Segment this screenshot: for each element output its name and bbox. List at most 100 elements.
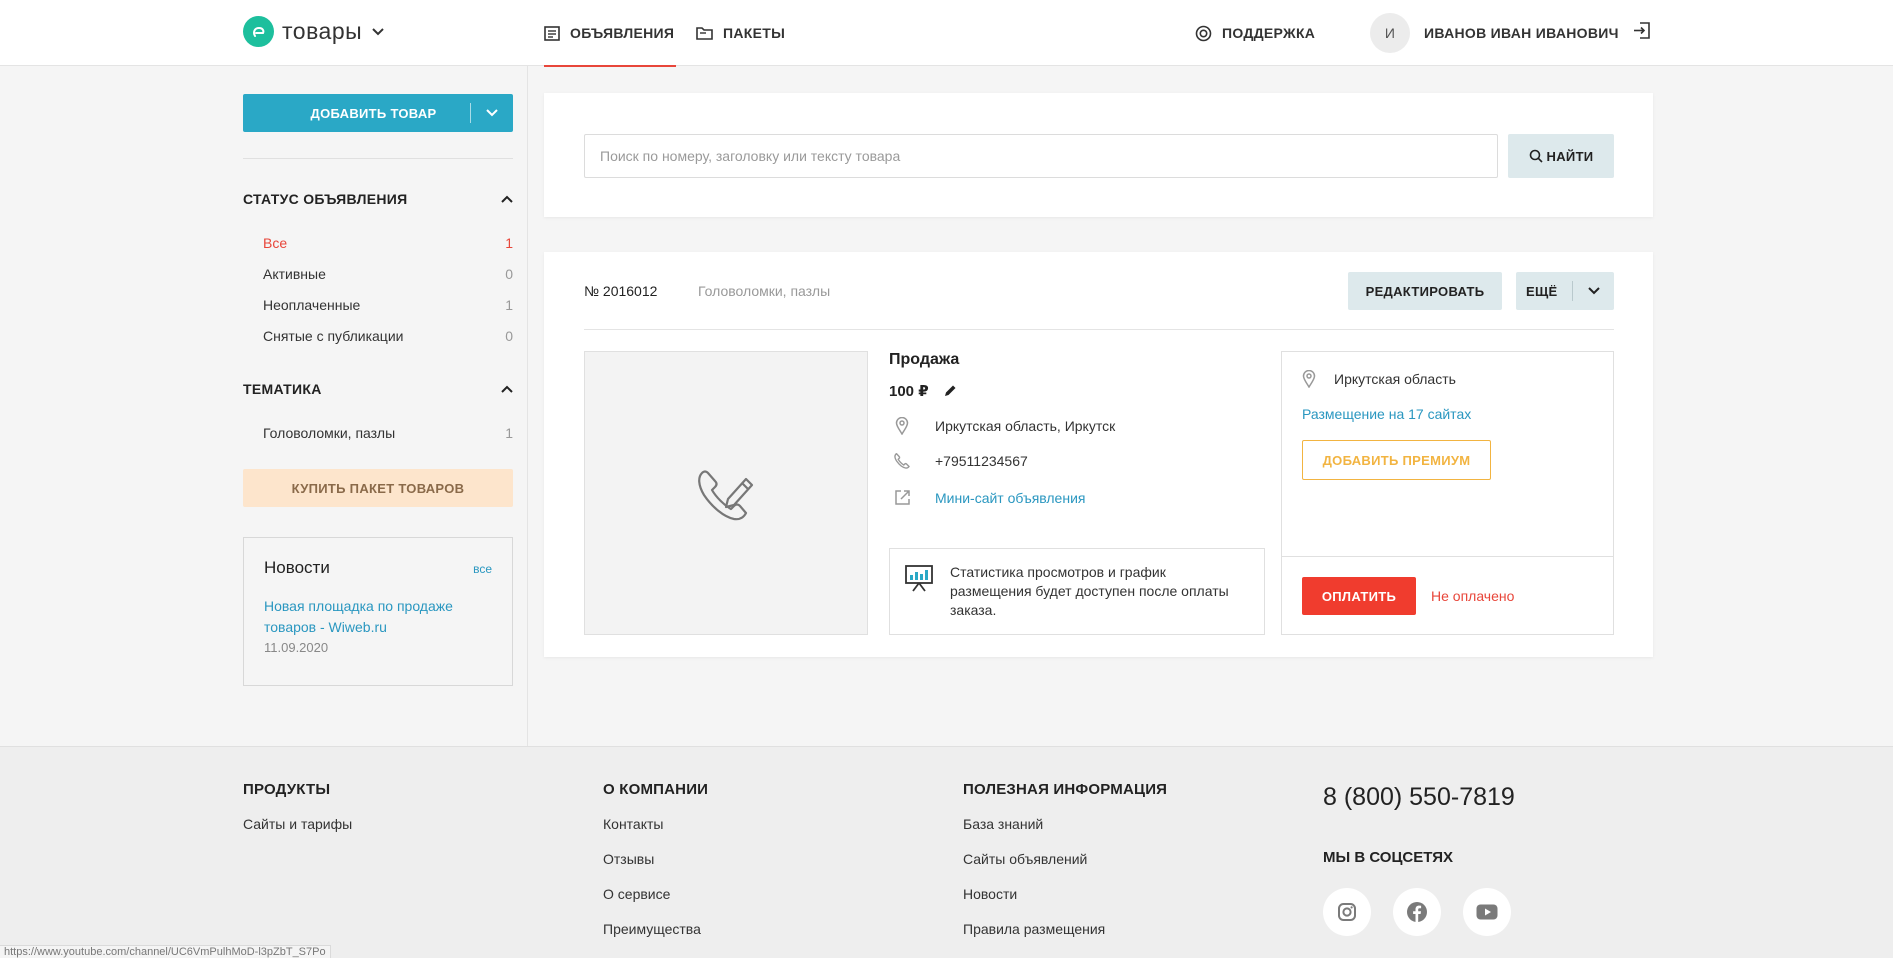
- logo-text: товары: [282, 18, 363, 44]
- mini-site-link[interactable]: Мини-сайт объявления: [935, 490, 1085, 506]
- status-filter-all[interactable]: Все 1: [263, 235, 513, 251]
- facebook-icon: [1407, 902, 1427, 922]
- logout-icon: [1634, 22, 1650, 39]
- footer-products-column: ПРОДУКТЫ Сайты и тарифы: [243, 781, 352, 832]
- logo-menu[interactable]: товары: [243, 16, 384, 47]
- footer-link[interactable]: Контакты: [603, 816, 708, 832]
- filter-count: 1: [505, 297, 513, 313]
- add-product-split-button: ДОБАВИТЬ ТОВАР: [243, 94, 513, 132]
- youtube-icon: [1476, 904, 1498, 920]
- add-product-button[interactable]: ДОБАВИТЬ ТОВАР: [243, 94, 470, 132]
- nav-listings[interactable]: ОБЪЯВЛЕНИЯ: [544, 0, 676, 67]
- nav-packages-label: ПАКЕТЫ: [723, 25, 786, 41]
- nav-support[interactable]: ПОДДЕРЖКА: [1195, 0, 1315, 66]
- filter-label: Все: [263, 235, 288, 251]
- status-filter-unpaid[interactable]: Неоплаченные 1: [263, 297, 513, 313]
- status-filter-unpublished[interactable]: Снятые с публикации 0: [263, 328, 513, 344]
- facebook-button[interactable]: [1393, 888, 1441, 936]
- price-row: 100 ₽: [889, 382, 957, 400]
- filter-label: Неоплаченные: [263, 297, 361, 313]
- filter-label: Активные: [263, 266, 326, 282]
- filter-count: 0: [505, 328, 513, 344]
- more-dropdown[interactable]: [1573, 287, 1614, 295]
- filter-label: Снятые с публикации: [263, 328, 404, 344]
- add-product-dropdown[interactable]: [471, 94, 513, 132]
- search-button-label: НАЙТИ: [1546, 148, 1594, 164]
- footer-link[interactable]: Отзывы: [603, 851, 708, 867]
- phone-icon: [894, 453, 910, 469]
- instagram-button[interactable]: [1323, 888, 1371, 936]
- footer-company-title: О КОМПАНИИ: [603, 781, 709, 798]
- news-item-date: 11.09.2020: [264, 640, 329, 655]
- footer-link[interactable]: Сайты объявлений: [963, 851, 1167, 867]
- nav-listings-label: ОБЪЯВЛЕНИЯ: [570, 25, 675, 41]
- publication-panel: Иркутская область Размещение на 17 сайта…: [1281, 351, 1614, 635]
- top-header: товары ОБЪЯВЛЕНИЯ ПАКЕТЫ ПОДДЕРЖКА И ИВА…: [0, 0, 1893, 67]
- payment-status: Не оплачено: [1431, 588, 1515, 604]
- add-premium-button[interactable]: ДОБАВИТЬ ПРЕМИУМ: [1302, 440, 1491, 480]
- instagram-icon: [1338, 903, 1356, 921]
- phone-edit-icon: [698, 470, 754, 521]
- topic-section-toggle[interactable]: ТЕМАТИКА: [243, 381, 513, 397]
- chevron-up-icon: [501, 385, 513, 393]
- nav-support-label: ПОДДЕРЖКА: [1222, 25, 1316, 41]
- status-section-title: СТАТУС ОБЪЯВЛЕНИЯ: [243, 191, 408, 207]
- footer-products-title: ПРОДУКТЫ: [243, 781, 331, 798]
- footer-phone[interactable]: 8 (800) 550-7819: [1323, 783, 1515, 812]
- search-icon: [1529, 149, 1543, 163]
- youtube-button[interactable]: [1463, 888, 1511, 936]
- news-item-link[interactable]: Новая площадка по продаже товаров - Wiwe…: [264, 596, 492, 638]
- footer-link[interactable]: База знаний: [963, 816, 1167, 832]
- footer-link[interactable]: О сервисе: [603, 886, 708, 902]
- location-row: Иркутская область, Иркутск: [891, 417, 1115, 435]
- footer-link[interactable]: Правила размещения: [963, 921, 1167, 937]
- filter-label: Головоломки, пазлы: [263, 425, 396, 441]
- search-input[interactable]: [584, 134, 1498, 178]
- status-filter-active[interactable]: Активные 0: [263, 266, 513, 282]
- status-section-toggle[interactable]: СТАТУС ОБЪЯВЛЕНИЯ: [243, 191, 513, 207]
- edit-button[interactable]: РЕДАКТИРОВАТЬ: [1348, 272, 1502, 310]
- deal-type: Продажа: [889, 351, 960, 368]
- footer-link[interactable]: Преимущества: [603, 921, 708, 937]
- listing-photo-placeholder[interactable]: [584, 351, 868, 635]
- pencil-icon[interactable]: [943, 384, 957, 398]
- news-widget: Новости все Новая площадка по продаже то…: [243, 537, 513, 686]
- news-title: Новости: [264, 558, 330, 577]
- listing-card: № 2016012 Головоломки, пазлы РЕДАКТИРОВА…: [544, 252, 1653, 657]
- user-name: ИВАНОВ ИВАН ИВАНОВИЧ: [1424, 25, 1619, 41]
- news-all-link[interactable]: все: [473, 562, 492, 576]
- price-value: 100 ₽: [889, 383, 929, 400]
- mini-site-row: Мини-сайт объявления: [891, 489, 1085, 506]
- placement-sites-link[interactable]: Размещение на 17 сайтах: [1302, 406, 1471, 422]
- news-header: Новости все: [264, 558, 492, 578]
- more-button[interactable]: ЕЩЁ: [1516, 284, 1572, 299]
- region-row: Иркутская область: [1302, 370, 1456, 388]
- location-text: Иркутская область, Иркутск: [935, 418, 1116, 434]
- filter-count: 1: [505, 235, 513, 251]
- buy-package-button[interactable]: КУПИТЬ ПАКЕТ ТОВАРОВ: [243, 469, 513, 507]
- footer-info-column: ПОЛЕЗНАЯ ИНФОРМАЦИЯ База знаний Сайты об…: [963, 781, 1167, 937]
- listing-icon: [544, 25, 560, 41]
- search-button[interactable]: НАЙТИ: [1508, 134, 1614, 178]
- region-text: Иркутская область: [1334, 371, 1456, 387]
- logout-button[interactable]: [1633, 22, 1650, 42]
- footer-link[interactable]: Сайты и тарифы: [243, 816, 352, 832]
- browser-status-url: https://www.youtube.com/channel/UC6VmPul…: [0, 945, 331, 958]
- external-link-icon: [894, 490, 910, 505]
- topic-filter-puzzles[interactable]: Головоломки, пазлы 1: [263, 425, 513, 441]
- footer-info-title: ПОЛЕЗНАЯ ИНФОРМАЦИЯ: [963, 781, 1168, 798]
- user-menu[interactable]: И ИВАНОВ ИВАН ИВАНОВИЧ: [1370, 13, 1619, 53]
- footer-link[interactable]: Новости: [963, 886, 1167, 902]
- nav-packages[interactable]: ПАКЕТЫ: [696, 0, 785, 66]
- chevron-down-icon: [1587, 287, 1600, 295]
- chevron-down-icon: [372, 27, 384, 35]
- listing-number: № 2016012: [584, 283, 658, 299]
- pay-button[interactable]: ОПЛАТИТЬ: [1302, 577, 1416, 615]
- listing-category: Головоломки, пазлы: [698, 283, 831, 299]
- topic-section-title: ТЕМАТИКА: [243, 381, 322, 397]
- chevron-down-icon: [486, 109, 498, 117]
- phone-row: +79511234567: [891, 452, 1028, 470]
- stats-notice-text: Статистика просмотров и график размещени…: [950, 564, 1229, 618]
- presentation-chart-icon: [905, 565, 933, 592]
- footer: ПРОДУКТЫ Сайты и тарифы О КОМПАНИИ Конта…: [0, 746, 1893, 958]
